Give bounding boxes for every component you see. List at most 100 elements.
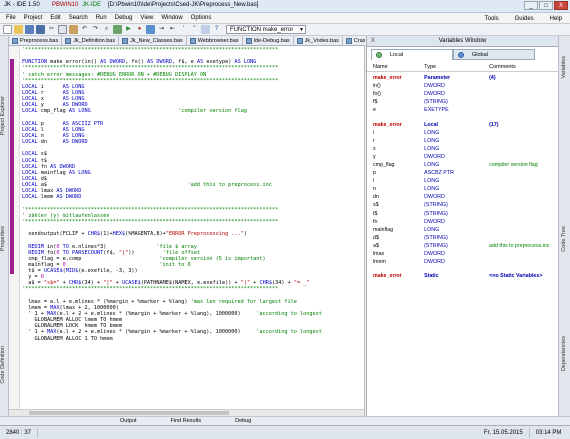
function-combo[interactable]: FUNCTION make_error ▼ bbox=[226, 25, 306, 34]
code-text[interactable]: '***************************************… bbox=[22, 47, 364, 342]
tab-local[interactable]: Local bbox=[371, 49, 453, 60]
column-name[interactable]: Name bbox=[373, 64, 424, 71]
file-tab[interactable]: Crash.txt bbox=[342, 36, 365, 45]
variable-row[interactable]: in() DWORD bbox=[373, 82, 558, 90]
debug-icon[interactable]: ● bbox=[135, 25, 144, 34]
redo-icon[interactable]: ↷ bbox=[91, 25, 100, 34]
variable-row[interactable]: i LONG bbox=[373, 129, 558, 137]
file-tab[interactable]: Ide-Debug.bas bbox=[242, 36, 294, 45]
help-icon[interactable]: ? bbox=[212, 25, 221, 34]
editor-gutter[interactable] bbox=[9, 46, 20, 416]
menu-view[interactable]: View bbox=[136, 15, 157, 21]
close-button[interactable]: X bbox=[554, 1, 568, 10]
file-tab[interactable]: Jk_Vodes.bas bbox=[293, 36, 343, 45]
copy-icon[interactable] bbox=[58, 25, 67, 34]
save-icon[interactable] bbox=[25, 25, 34, 34]
code-token: AS LONG bbox=[62, 83, 85, 90]
variables-side-tab[interactable]: Variables bbox=[561, 56, 570, 79]
column-type[interactable]: Type bbox=[424, 64, 489, 71]
code-tree-side-tab[interactable]: Code Tree bbox=[561, 226, 570, 252]
variable-type: DWORD bbox=[424, 91, 445, 98]
menu-guides[interactable]: Guides bbox=[511, 16, 538, 22]
tab-debug[interactable]: Debug bbox=[235, 418, 251, 424]
paste-icon[interactable] bbox=[69, 25, 78, 34]
variable-group-row[interactable]: make_error Parameter (4) bbox=[373, 74, 558, 82]
compile-icon[interactable] bbox=[113, 25, 122, 34]
maximize-button[interactable]: □ bbox=[539, 1, 553, 10]
file-tab[interactable]: Jk_Definition.bas bbox=[62, 36, 120, 45]
variable-row[interactable]: y DWORD bbox=[373, 153, 558, 161]
variable-comment: <no Static Variables> bbox=[489, 273, 543, 280]
open-folder-icon[interactable] bbox=[14, 25, 23, 34]
menu-help[interactable]: Help bbox=[546, 16, 566, 22]
project-explorer-tab[interactable]: Project Explorer bbox=[0, 96, 9, 135]
code-editor[interactable]: '***************************************… bbox=[9, 46, 365, 416]
code-token: AS DWORD bbox=[56, 194, 82, 201]
variable-row[interactable]: f$ (STRING) bbox=[373, 98, 558, 106]
variable-row[interactable]: s$ (STRING) bbox=[373, 201, 558, 209]
menu-options[interactable]: Options bbox=[187, 15, 216, 21]
outdent-icon[interactable]: ⇤ bbox=[168, 25, 177, 34]
save-all-icon[interactable] bbox=[36, 25, 45, 34]
variable-row[interactable]: d$ (STRING) bbox=[373, 234, 558, 242]
code-definition-tab[interactable]: Code Definition bbox=[0, 346, 9, 384]
variable-row[interactable]: e EXETYPE bbox=[373, 106, 558, 114]
variable-row[interactable]: mainflag LONG bbox=[373, 226, 558, 234]
run-icon[interactable]: ▶ bbox=[124, 25, 133, 34]
code-token: "s$=" bbox=[43, 280, 60, 287]
variable-group-row[interactable]: make_error Static <no Static Variables> bbox=[373, 272, 558, 280]
file-tab[interactable]: Preprocess.bas bbox=[9, 36, 63, 45]
code-token: REDIM bbox=[22, 243, 47, 250]
uncomment-icon[interactable]: " bbox=[190, 25, 199, 34]
variable-row[interactable]: x LONG bbox=[373, 145, 558, 153]
variable-row[interactable]: r LONG bbox=[373, 137, 558, 145]
tab-find-results[interactable]: Find Results bbox=[171, 418, 202, 424]
code-line[interactable]: GLOBALMEM ALLOC 1 TO hmem bbox=[22, 336, 364, 342]
variable-row[interactable]: cmp_flag LONG compiler version flag bbox=[373, 161, 558, 169]
tab-output[interactable]: Output bbox=[120, 418, 137, 424]
menu-tools[interactable]: Tools bbox=[481, 16, 503, 22]
variable-row[interactable]: lmax DWORD bbox=[373, 250, 558, 258]
menu-debug[interactable]: Debug bbox=[111, 15, 137, 21]
menu-edit[interactable]: Edit bbox=[46, 15, 64, 21]
variable-row[interactable]: dn DWORD bbox=[373, 193, 558, 201]
code-token: ) bbox=[243, 231, 247, 238]
menu-search[interactable]: Search bbox=[65, 15, 92, 21]
scrollbar-thumb[interactable] bbox=[29, 411, 229, 415]
menu-project[interactable]: Project bbox=[20, 15, 47, 21]
code-token: AS DWORD bbox=[56, 188, 82, 195]
variable-row[interactable]: t$ (STRING) bbox=[373, 210, 558, 218]
format-icon[interactable] bbox=[201, 25, 210, 34]
indent-icon[interactable]: ⇥ bbox=[157, 25, 166, 34]
close-icon[interactable]: X bbox=[371, 36, 375, 47]
variable-type: DWORD bbox=[424, 251, 445, 258]
undo-icon[interactable]: ↶ bbox=[80, 25, 89, 34]
tab-global[interactable]: Global bbox=[453, 49, 535, 60]
file-tab[interactable]: Jk_New_Classes.bas bbox=[119, 36, 187, 45]
variable-row[interactable]: fn DWORD bbox=[373, 218, 558, 226]
variable-row[interactable]: l LONG bbox=[373, 177, 558, 185]
variable-row[interactable]: p ASCBZ PTR bbox=[373, 169, 558, 177]
bookmark-icon[interactable] bbox=[146, 25, 155, 34]
horizontal-scrollbar[interactable] bbox=[9, 409, 364, 416]
dependencies-side-tab[interactable]: Dependencies bbox=[561, 336, 570, 371]
variable-row[interactable]: n LONG bbox=[373, 185, 558, 193]
file-tab[interactable]: Webbrowser.bas bbox=[186, 36, 243, 45]
menu-run[interactable]: Run bbox=[92, 15, 111, 21]
cut-icon[interactable]: ✂ bbox=[47, 25, 56, 34]
file-tab-label: Jk_New_Classes.bas bbox=[130, 38, 183, 44]
variable-group-row[interactable]: make_error Local (17) bbox=[373, 120, 558, 128]
variable-name: lmax bbox=[373, 251, 385, 258]
properties-tab[interactable]: Properties bbox=[0, 226, 9, 251]
column-comments[interactable]: Comments bbox=[489, 64, 558, 71]
new-file-icon[interactable] bbox=[3, 25, 12, 34]
variable-type: LONG bbox=[424, 178, 440, 185]
menu-window[interactable]: Window bbox=[157, 15, 186, 21]
variable-row[interactable]: a$ (STRING) add this to preprocess.inc bbox=[373, 242, 558, 250]
variable-row[interactable]: lmem DWORD bbox=[373, 258, 558, 266]
variable-row[interactable]: fo() DWORD bbox=[373, 90, 558, 98]
minimize-button[interactable]: _ bbox=[524, 1, 538, 10]
search-icon[interactable]: ⌕ bbox=[102, 25, 111, 34]
comment-icon[interactable]: ' bbox=[179, 25, 188, 34]
menu-file[interactable]: File bbox=[2, 15, 20, 21]
